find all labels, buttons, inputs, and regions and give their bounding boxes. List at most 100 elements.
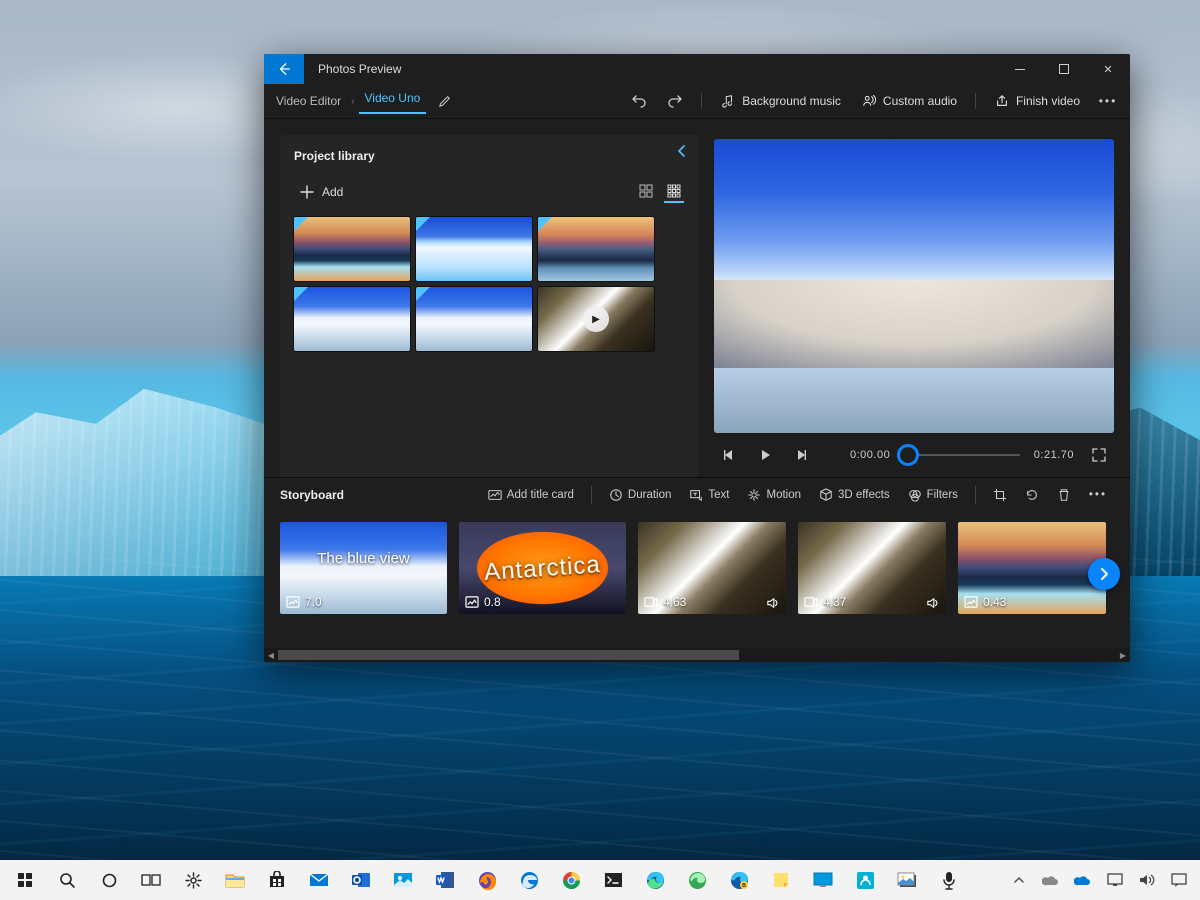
scroll-left-button[interactable]: ◀ — [264, 648, 278, 662]
speaker-icon — [1136, 869, 1158, 891]
player-current-time: 0:00.00 — [850, 449, 890, 461]
grid-small-button[interactable] — [664, 181, 684, 203]
tray-speaker[interactable] — [1132, 860, 1162, 900]
taskbar-word[interactable] — [424, 860, 466, 900]
taskbar-chrome[interactable] — [550, 860, 592, 900]
library-thumb-1[interactable] — [416, 217, 532, 281]
clip-duration: 0.8 — [484, 595, 501, 609]
collapse-library-button[interactable] — [676, 145, 688, 157]
step-forward-icon — [795, 449, 807, 461]
arrow-left-icon — [277, 62, 291, 76]
cloud-blue-icon — [1072, 869, 1094, 891]
taskbar-taskview[interactable] — [130, 860, 172, 900]
finish-video-button[interactable]: Finish video — [986, 88, 1088, 114]
text-icon — [689, 488, 703, 502]
taskbar-cortana[interactable] — [88, 860, 130, 900]
taskbar-edge-dev[interactable] — [676, 860, 718, 900]
crop-button[interactable] — [986, 484, 1014, 506]
background-music-button[interactable]: Background music — [712, 88, 849, 114]
3d-effects-button[interactable]: 3D effects — [812, 484, 897, 506]
text-button[interactable]: Text — [682, 484, 736, 506]
delete-button[interactable] — [1050, 484, 1078, 506]
rename-project-button[interactable] — [430, 90, 460, 112]
storyboard-next-button[interactable] — [1088, 558, 1120, 590]
taskbar-desktop[interactable] — [802, 860, 844, 900]
tray-up[interactable] — [1004, 860, 1034, 900]
undo-button[interactable] — [623, 88, 655, 114]
firefox-icon — [476, 869, 498, 891]
storyboard-clip-4[interactable]: 0.43 — [958, 522, 1106, 614]
text-label: Text — [708, 489, 729, 501]
library-thumb-5[interactable]: ▶ — [538, 287, 654, 351]
grid-large-button[interactable] — [636, 181, 656, 201]
back-button[interactable] — [264, 54, 304, 84]
storyboard-clip-1[interactable]: Antarctica0.8 — [459, 522, 626, 614]
rotate-button[interactable] — [1018, 484, 1046, 506]
taskbar-search[interactable] — [46, 860, 88, 900]
add-title-card-button[interactable]: Add title card — [481, 484, 581, 506]
add-media-button[interactable]: Add — [294, 181, 349, 203]
step-back-icon — [723, 449, 735, 461]
cloud-grey-icon — [1040, 869, 1062, 891]
breadcrumb-root[interactable]: Video Editor — [270, 91, 347, 111]
more-button[interactable]: ••• — [1092, 88, 1124, 114]
storyboard-clip-3[interactable]: 4.37 — [798, 522, 946, 614]
taskbar-settings[interactable] — [172, 860, 214, 900]
taskbar-gallery[interactable] — [886, 860, 928, 900]
fullscreen-button[interactable] — [1088, 444, 1110, 466]
library-thumb-4[interactable] — [416, 287, 532, 351]
redo-button[interactable] — [659, 88, 691, 114]
scroll-right-button[interactable]: ▶ — [1116, 648, 1130, 662]
motion-button[interactable]: Motion — [740, 484, 808, 506]
connect-icon — [1104, 869, 1126, 891]
taskbar-mic[interactable] — [928, 860, 970, 900]
window-controls — [998, 54, 1130, 84]
storyboard-clip-0[interactable]: The blue view7.0 — [280, 522, 447, 614]
taskbar-notes[interactable] — [760, 860, 802, 900]
tray-cloud-blue[interactable] — [1068, 860, 1098, 900]
preview-viewport[interactable] — [714, 139, 1114, 433]
plus-icon — [300, 185, 314, 199]
taskbar-photos[interactable] — [382, 860, 424, 900]
library-thumb-3[interactable] — [294, 287, 410, 351]
taskbar-start[interactable] — [4, 860, 46, 900]
scrollbar-thumb[interactable] — [278, 650, 739, 660]
taskbar-terminal[interactable] — [592, 860, 634, 900]
custom-audio-button[interactable]: Custom audio — [853, 88, 965, 114]
desktop-icon — [812, 869, 834, 891]
storyboard-more-button[interactable]: ••• — [1082, 485, 1114, 505]
taskbar-explorer[interactable] — [214, 860, 256, 900]
taskbar-mail[interactable] — [298, 860, 340, 900]
storyboard-clip-2[interactable]: 4.63 — [638, 522, 786, 614]
storyboard-scrollbar[interactable]: ◀ ▶ — [264, 648, 1130, 662]
filters-button[interactable]: Filters — [901, 484, 965, 506]
tray-notifications[interactable] — [1164, 860, 1194, 900]
tray-cloud-grey[interactable] — [1036, 860, 1066, 900]
search-icon — [56, 869, 78, 891]
seek-bar[interactable] — [904, 445, 1020, 465]
taskbar-store[interactable] — [256, 860, 298, 900]
taskbar-outlook[interactable] — [340, 860, 382, 900]
library-thumbnails: ▶ — [294, 217, 684, 351]
tray-connect[interactable] — [1100, 860, 1130, 900]
add-title-card-label: Add title card — [507, 489, 574, 501]
close-button[interactable] — [1086, 54, 1130, 84]
play-button[interactable] — [754, 444, 776, 466]
taskbar-edge-beta[interactable]: B — [718, 860, 760, 900]
minimize-button[interactable] — [998, 54, 1042, 84]
taskbar-firefox[interactable] — [466, 860, 508, 900]
taskbar-paint3d[interactable] — [844, 860, 886, 900]
seek-knob[interactable] — [897, 444, 919, 466]
prev-frame-button[interactable] — [718, 444, 740, 466]
library-thumb-0[interactable] — [294, 217, 410, 281]
up-icon — [1008, 869, 1030, 891]
maximize-button[interactable] — [1042, 54, 1086, 84]
scrollbar-track[interactable] — [278, 648, 1116, 662]
duration-button[interactable]: Duration — [602, 484, 678, 506]
next-frame-button[interactable] — [790, 444, 812, 466]
breadcrumb-project[interactable]: Video Uno — [359, 88, 427, 114]
redo-icon — [667, 93, 683, 109]
taskbar-edge[interactable] — [634, 860, 676, 900]
library-thumb-2[interactable] — [538, 217, 654, 281]
taskbar-edge-legacy[interactable] — [508, 860, 550, 900]
